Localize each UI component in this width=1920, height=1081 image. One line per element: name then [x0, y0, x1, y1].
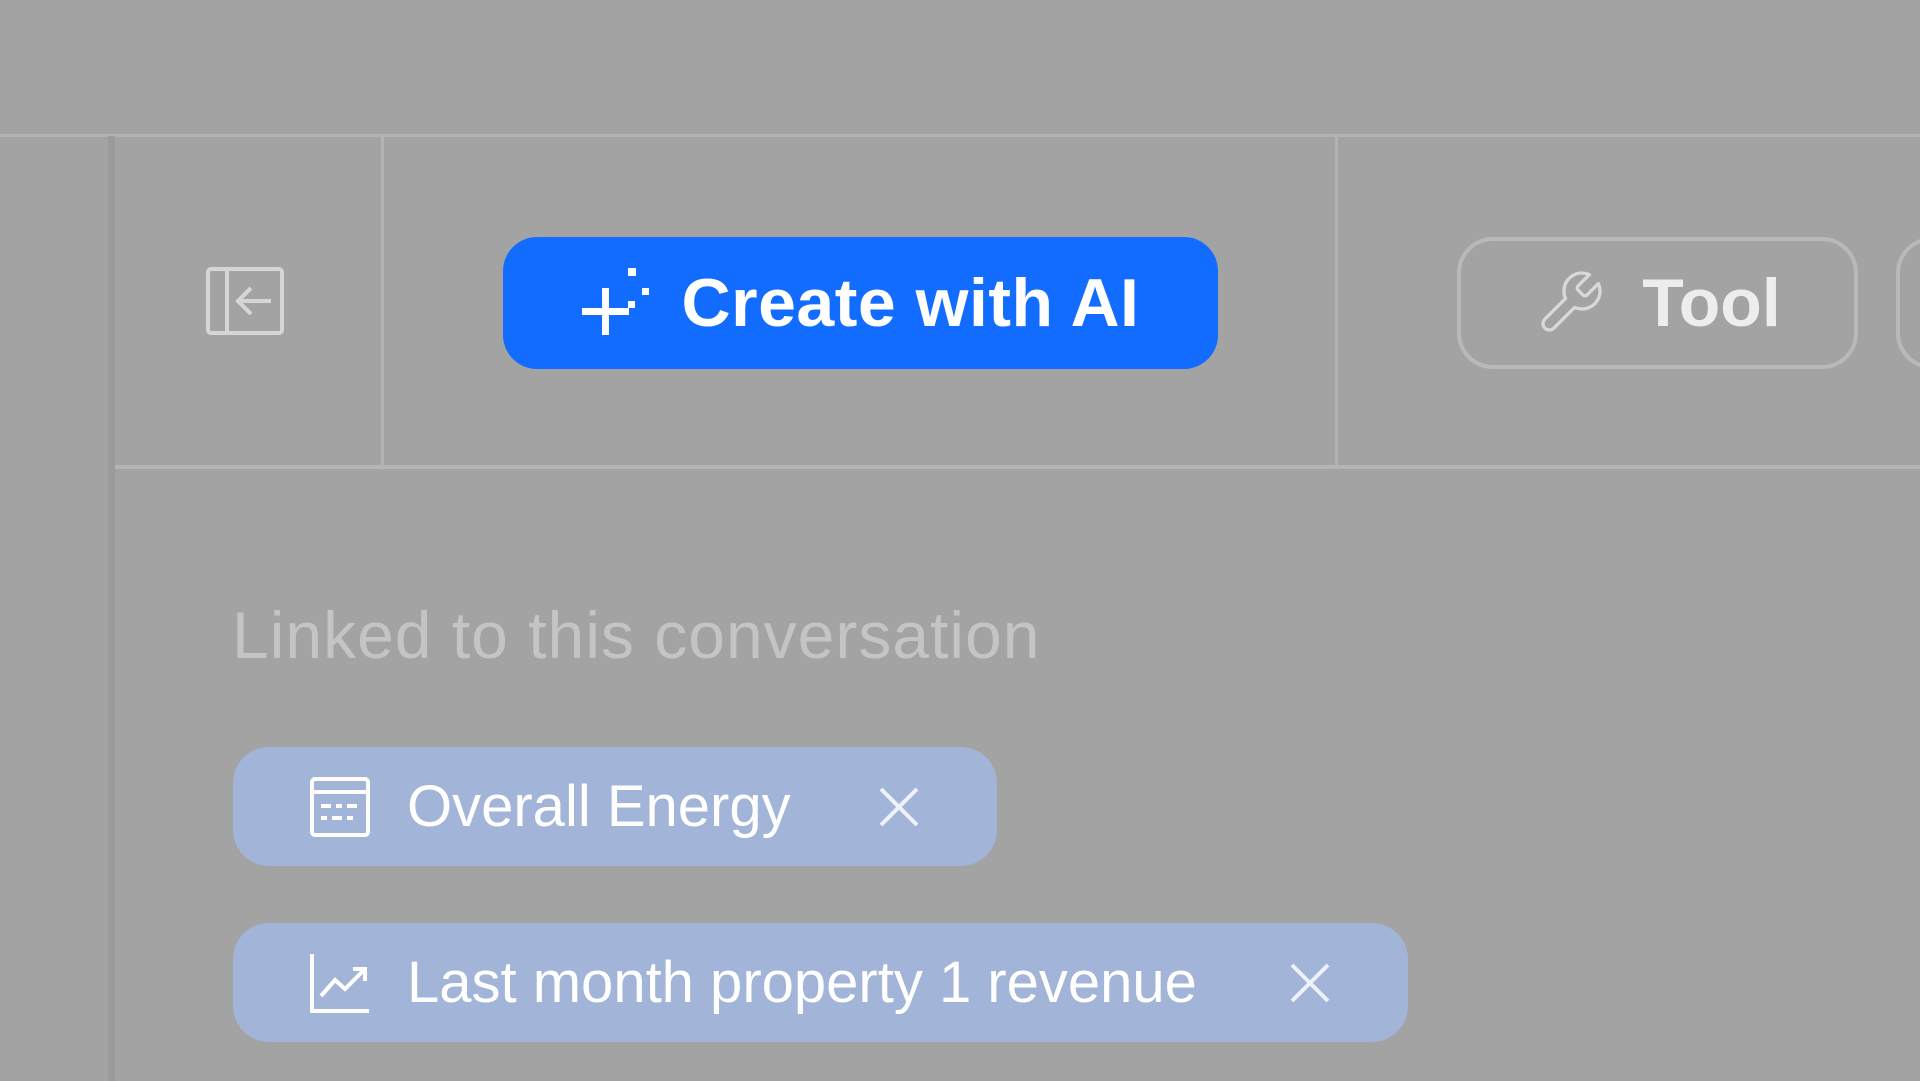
sparkle-plus-icon [581, 268, 649, 335]
close-icon [1290, 963, 1330, 1003]
create-with-ai-button[interactable]: Create with AI [503, 237, 1218, 369]
wrench-icon [1541, 271, 1602, 332]
overflow-toolbar-button[interactable] [1896, 237, 1920, 369]
line-chart-icon [309, 950, 375, 1016]
toolbar-separator [1335, 137, 1338, 467]
linked-section-title: Linked to this conversation [232, 598, 1041, 672]
remove-linked-item-button[interactable] [1272, 945, 1348, 1021]
panel-collapse-icon [206, 267, 284, 335]
collapse-sidebar-button[interactable] [205, 265, 285, 337]
linked-item-label: Last month property 1 revenue [407, 950, 1197, 1015]
tool-button[interactable]: Tool [1457, 237, 1858, 369]
toolbar-bottom-divider [115, 465, 1920, 469]
close-icon [879, 787, 919, 827]
linked-item-label: Overall Energy [407, 774, 791, 839]
sidebar-divider [108, 136, 115, 1081]
remove-linked-item-button[interactable] [861, 769, 937, 845]
table-calendar-icon [309, 774, 375, 840]
create-with-ai-label: Create with AI [681, 265, 1140, 341]
toolbar-separator [381, 137, 384, 467]
linked-item-chip[interactable]: Last month property 1 revenue [233, 923, 1408, 1042]
tool-label: Tool [1642, 265, 1781, 341]
app-window: Create with AI Tool Linked to this conve… [0, 0, 1920, 1081]
